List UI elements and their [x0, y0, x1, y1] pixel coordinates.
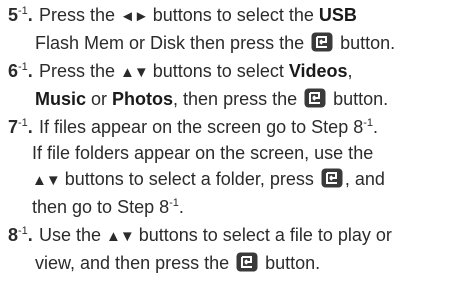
step-line: Flash Mem or Disk then press the button.: [35, 32, 396, 53]
step-6: 6-1. Press the ▲▼ buttons to select Vide…: [8, 58, 448, 112]
step-line: Press the ▲▼ buttons to select Videos,: [39, 61, 353, 81]
up-down-arrows-icon: ▲▼: [106, 228, 135, 245]
step-5: 5-1. Press the ◄► buttons to select the …: [8, 2, 448, 56]
step-line: If file folders appear on the screen, us…: [32, 143, 374, 163]
step-line: then go to Step 8-1.: [32, 197, 184, 217]
instruction-page: 5-1. Press the ◄► buttons to select the …: [0, 0, 451, 282]
step-line: Press the ◄► buttons to select the USB: [39, 5, 357, 25]
enter-icon: [236, 252, 258, 272]
step-line: Music or Photos, then press the button.: [35, 88, 389, 109]
step-line: If files appear on the screen go to Step…: [39, 117, 379, 137]
step-line: Use the ▲▼ buttons to select a file to p…: [39, 225, 392, 245]
enter-icon: [311, 32, 333, 52]
step-line: view, and then press the button.: [35, 252, 321, 273]
enter-icon: [321, 168, 343, 188]
enter-icon: [304, 88, 326, 108]
up-down-arrows-icon: ▲▼: [120, 64, 149, 81]
up-down-arrows-icon: ▲▼: [32, 172, 61, 189]
step-8: 8-1. Use the ▲▼ buttons to select a file…: [8, 222, 448, 276]
step-7: 7-1. If files appear on the screen go to…: [8, 114, 448, 220]
left-right-arrows-icon: ◄►: [120, 8, 149, 25]
step-line: ▲▼ buttons to select a folder, press , a…: [32, 168, 385, 189]
